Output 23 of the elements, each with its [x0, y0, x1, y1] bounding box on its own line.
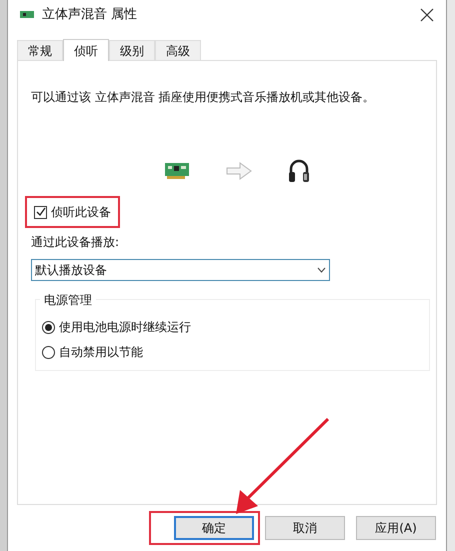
- tab[interactable]: 高级: [155, 40, 201, 60]
- right-arrow-icon: [226, 162, 252, 180]
- close-icon[interactable]: [420, 8, 434, 22]
- sound-card-icon: [164, 161, 190, 181]
- playback-dropdown[interactable]: 默认播放设备: [31, 259, 330, 281]
- headphones-icon: [288, 158, 310, 184]
- tab[interactable]: 侦听: [63, 39, 109, 61]
- dialog-button[interactable]: 确定: [174, 516, 254, 540]
- radio-option[interactable]: 自动禁用以节能: [42, 343, 423, 361]
- tab[interactable]: 级别: [109, 40, 155, 60]
- playback-label: 通过此设备播放:: [31, 234, 120, 251]
- radio-option[interactable]: 使用电池电源时继续运行: [42, 318, 423, 336]
- tab[interactable]: 常规: [17, 40, 63, 60]
- checkbox[interactable]: [34, 206, 47, 218]
- dialog-button[interactable]: 取消: [265, 516, 345, 540]
- window-title: 立体声混音 属性: [42, 6, 138, 24]
- radio-button[interactable]: [42, 320, 55, 334]
- chevron-down-icon: [317, 267, 326, 273]
- sound-card-icon: [20, 11, 34, 19]
- description-text: 可以通过该 立体声混音 插座使用便携式音乐播放机或其他设备。: [31, 89, 376, 106]
- listen-checkbox[interactable]: 侦听此设备: [31, 200, 114, 224]
- dialog-button[interactable]: 应用(A): [356, 516, 436, 540]
- radio-button[interactable]: [42, 346, 55, 358]
